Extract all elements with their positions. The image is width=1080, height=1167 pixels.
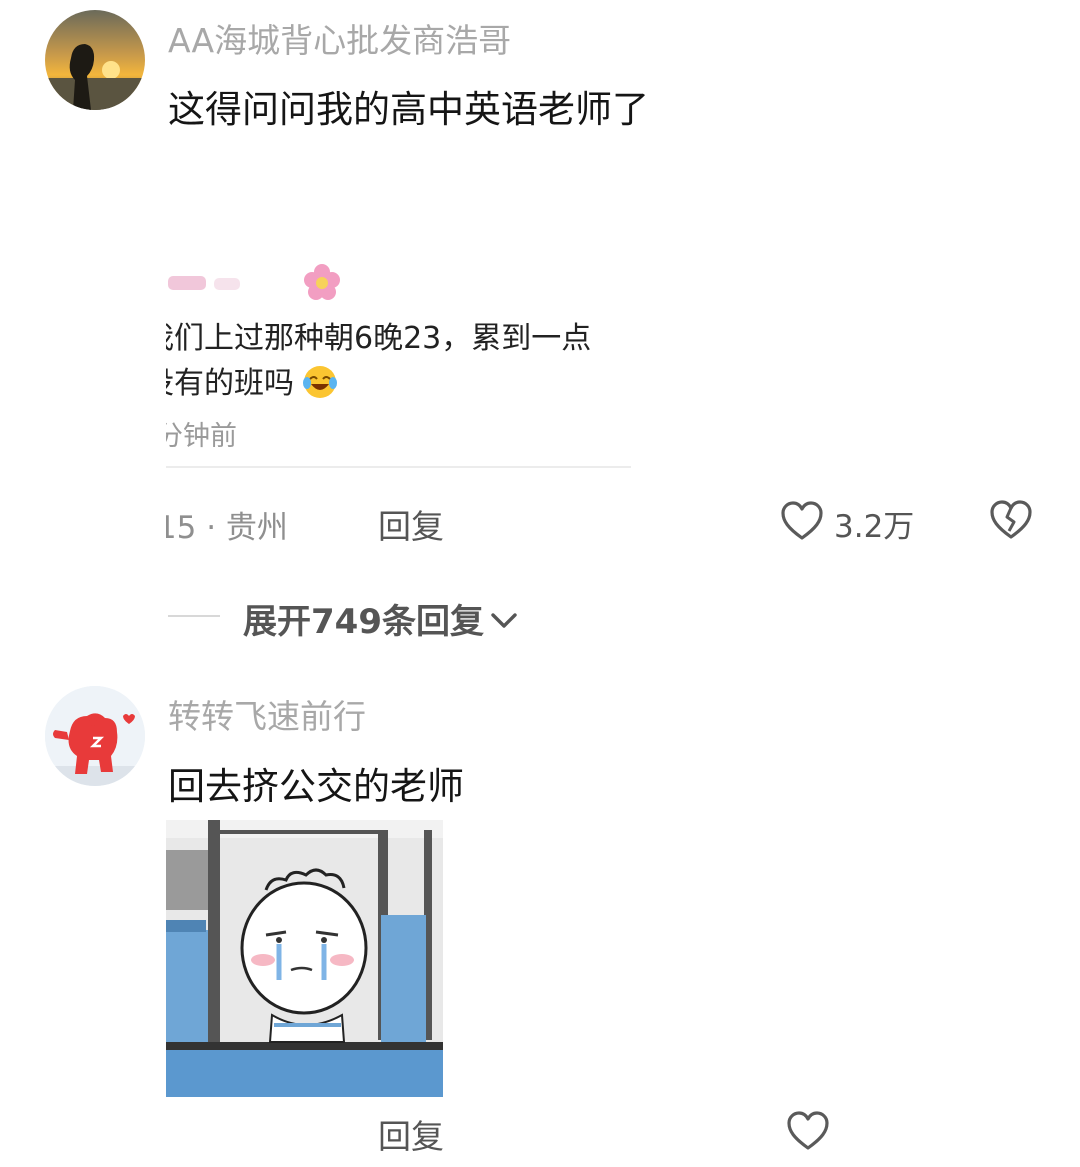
- divider: [166, 466, 631, 468]
- quoted-line-1-clip: 我们上过那种朝6晚23，累到一点: [166, 313, 631, 355]
- quoted-line-2: 没有的班吗: [166, 366, 294, 400]
- expand-replies-button[interactable]: 展开749条回复: [243, 594, 519, 642]
- comment-text: 回去挤公交的老师: [168, 765, 464, 808]
- dislike-heart-icon[interactable]: [988, 498, 1034, 542]
- quoted-line-1: 我们上过那种朝6晚23，累到一点: [166, 321, 592, 355]
- quoted-header-blur: [166, 268, 266, 298]
- quoted-line-2-clip: 没有的班吗: [166, 358, 631, 400]
- comment-item: 转转飞速前行 回去挤公交的老师 回复: [0, 670, 1080, 1167]
- comment-item: AA海城背心批发商浩哥 这得问问我的高中英语老师了 我们上过那种朝6晚23，累到…: [0, 0, 1080, 660]
- expand-replies-label: 展开749条回复: [243, 602, 484, 642]
- laugh-cry-emoji-icon: [301, 363, 339, 400]
- quoted-time-clip: 分钟前: [166, 414, 366, 450]
- chevron-down-icon: [489, 609, 519, 633]
- expand-line: [168, 615, 220, 617]
- quoted-time: 分钟前: [166, 421, 237, 450]
- comment-meta-clip: 1-15 · 贵州: [166, 500, 346, 544]
- flower-icon: [301, 262, 343, 304]
- avatar-sunset-image: [45, 10, 145, 110]
- username[interactable]: 转转飞速前行: [168, 690, 366, 738]
- reply-button[interactable]: 回复: [378, 500, 444, 548]
- like-count: 3.2万: [834, 509, 915, 545]
- comment-text: 这得问问我的高中英语老师了: [168, 88, 649, 131]
- like-button[interactable]: 3.2万: [780, 498, 930, 545]
- sticker-image[interactable]: [166, 820, 443, 1097]
- heart-icon[interactable]: [786, 1110, 830, 1152]
- avatar[interactable]: [45, 686, 145, 786]
- comment-meta: 1-15 · 贵州: [166, 510, 288, 544]
- reply-button[interactable]: 回复: [378, 1110, 444, 1158]
- quoted-screenshot: 我们上过那种朝6晚23，累到一点 没有的班吗 分钟前: [166, 250, 631, 470]
- username[interactable]: AA海城背心批发商浩哥: [168, 14, 511, 62]
- avatar-red-bear-image: [45, 686, 145, 786]
- heart-icon: [780, 500, 824, 542]
- avatar[interactable]: [45, 10, 145, 110]
